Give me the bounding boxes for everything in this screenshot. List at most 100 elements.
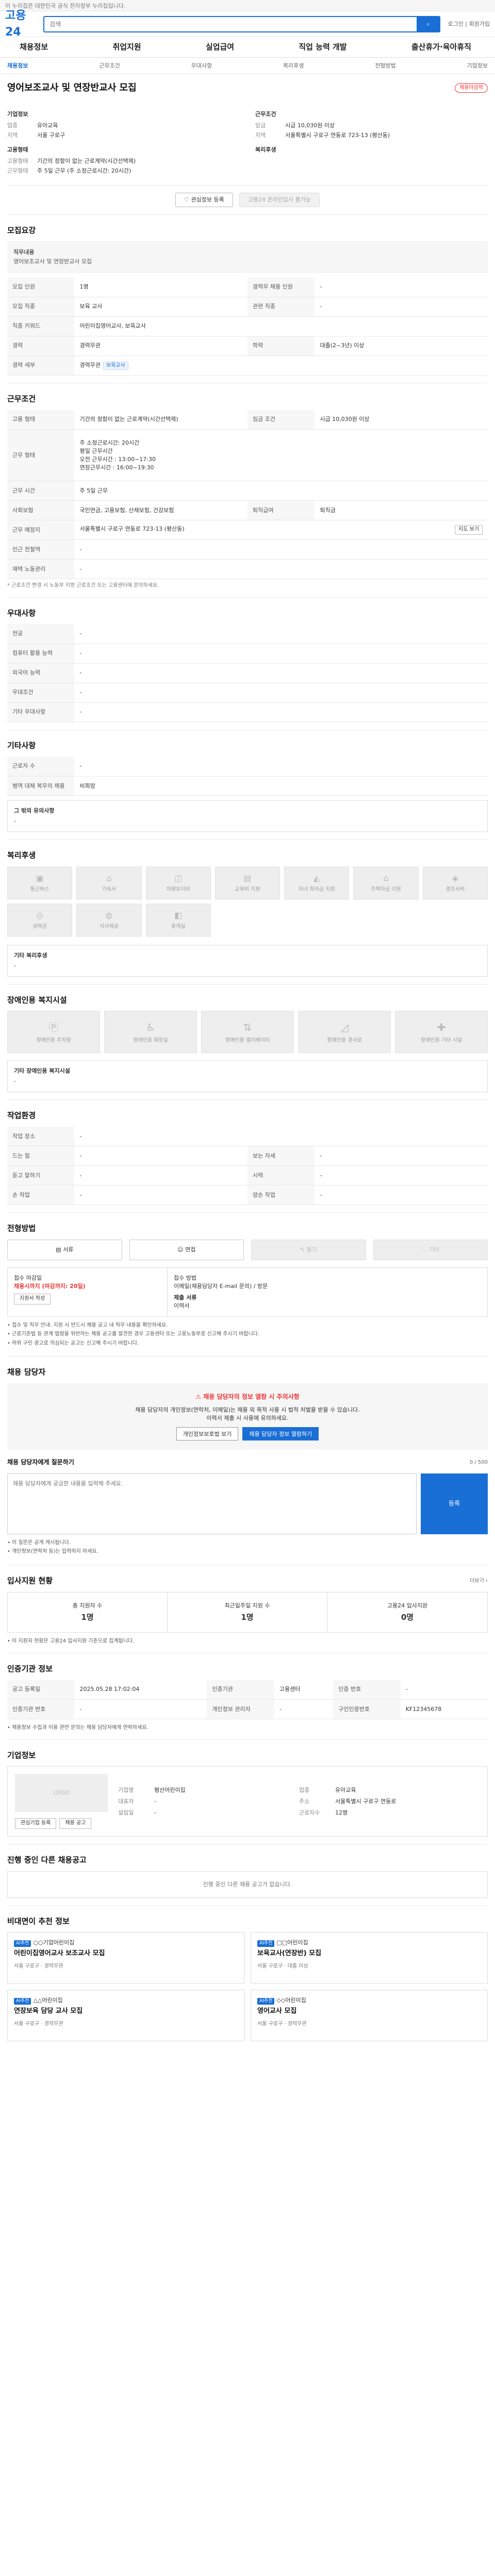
- summary-key: 근무형태: [7, 167, 28, 174]
- company-card: LOGO 관심기업 등록 채용 공고 기업명 평산어린이집 업종 유아교육 대표자 -…: [7, 1766, 488, 1837]
- disability-etc-box: 기타 장애인용 복지시설 -: [7, 1060, 488, 1093]
- welfare-label: 식사제공: [100, 923, 119, 929]
- gnb-item[interactable]: 취업지원: [112, 42, 141, 53]
- stats-more-link[interactable]: 더보기 ›: [470, 1578, 488, 1585]
- related-card[interactable]: AI추천 □□어린이집 보육교사(연장반) 모집 서울 구로구 · 대졸 이상: [251, 1932, 488, 1984]
- table-value: 서울특별시 구로구 연동로 723-13 (평산동) 지도 보기: [74, 520, 488, 540]
- table-value: 퇴직금: [315, 500, 488, 521]
- table-key: 외국어 능력: [7, 663, 75, 683]
- card-title: 어린이집영어교사 보조교사 모집: [14, 1950, 105, 1958]
- table-row: 모집 직종 보육 교사 관련 직종 -: [7, 297, 488, 317]
- table-value: 대졸(2~3년) 이상: [315, 336, 488, 356]
- ask-notes: • 이 질문은 공개 게시됩니다. • 개인정보(연락처 등)는 입력하지 마세…: [7, 1539, 488, 1556]
- table-row: 근무 형태 주 소정근로시간: 20시간 평일 근무시간 오전 근무시간 : 1…: [7, 429, 488, 482]
- header-links[interactable]: 로그인 | 회원가입: [448, 20, 490, 28]
- ask-title: 채용 담당자에게 질문하기: [7, 1459, 74, 1466]
- card-meta: 서울 구로구 · 경력무관: [14, 1963, 63, 1970]
- search-button[interactable]: ⌕: [417, 16, 440, 31]
- step-label: 면접: [185, 1246, 196, 1253]
- summary-value: 유아교육: [37, 122, 58, 129]
- view-contact-button[interactable]: 채용 담당자 정보 열람하기: [242, 1427, 319, 1441]
- follow-company-button[interactable]: 관심기업 등록: [15, 1818, 57, 1829]
- other-section: 기타사항 근로자 수- 병역 대체 복무의 채용 비희망 그 밖의 유의사항 -: [7, 730, 488, 840]
- gnb-item[interactable]: 출산휴가·육아휴직: [411, 42, 471, 53]
- section-title: 인증기관 정보: [7, 1664, 53, 1673]
- table-value: 어린이집영어교사, 보육교사: [74, 316, 488, 336]
- table-key: 공고 등록일: [7, 1680, 75, 1700]
- card-meta: 서울 구로구 · 경력무관: [257, 2021, 307, 2027]
- gnb-item[interactable]: 채용정보: [20, 42, 48, 53]
- company-jobs-button[interactable]: 채용 공고: [59, 1818, 92, 1829]
- table-row: 경력 세부 경력무관 보육교사: [7, 355, 488, 376]
- site-logo[interactable]: 고용24: [5, 8, 36, 41]
- search-input[interactable]: [44, 16, 417, 31]
- note-line: • 접수 및 직무 안내: 지원 시 반드시 채용 공고 내 직무 내용을 확인…: [7, 1322, 168, 1328]
- related-card[interactable]: AI추천 △△어린이집 연장보육 담당 교사 모집 서울 구로구 · 경력무관: [7, 1990, 244, 2042]
- gnb-item[interactable]: 직업 능력 개발: [299, 42, 346, 53]
- job-description: 직무내용 영어보조교사 및 연장반교사 모집: [7, 241, 488, 274]
- tab-selection[interactable]: 전형방법: [375, 62, 395, 70]
- table-value: -: [315, 1165, 488, 1186]
- method-label: 접수 방법: [174, 1275, 196, 1282]
- welfare-etc-box: 기타 복리후생 -: [7, 944, 488, 977]
- summary-key: 임금: [255, 122, 266, 129]
- submit-question-button[interactable]: 등록: [421, 1473, 488, 1534]
- info-key: 대표자: [118, 1798, 134, 1805]
- stat-label: 고용24 입사지원: [387, 1602, 428, 1609]
- welfare-label: 차량유지비: [166, 886, 190, 892]
- tab-company[interactable]: 기업정보: [467, 62, 487, 70]
- stats-section: 입사지원 현황 더보기 › 총 지원자 수 1명 최근일주일 지원 수 1명 고용24…: [7, 1565, 488, 1653]
- table-value: 시급 10,030원 이상: [315, 410, 488, 430]
- resume-button[interactable]: 지원서 작성: [14, 1294, 51, 1304]
- map-button[interactable]: 지도 보기: [455, 525, 483, 535]
- table-key: 인증기관: [207, 1680, 274, 1700]
- status-badge: 채용마감약: [455, 83, 488, 93]
- pill-badge: AI추천: [14, 1998, 31, 2005]
- disability-section: 장애인용 복지시설 Ⓟ 장애인용 주차장 ♿ 장애인용 화장실 ⇅ 장애인용 엘리베이…: [7, 985, 488, 1100]
- tab-recruit[interactable]: 채용정보: [7, 62, 28, 70]
- related-card[interactable]: AI추천 ○○기업어린이집 어린이집영어교사 보조교사 모집 서울 구로구 · 경력무…: [7, 1932, 244, 1984]
- recruit-table: 모집 인원 1명 경력무 채용 인원 - 모집 직종 보육 교사 관련 직종 - 직종 키워…: [7, 277, 488, 376]
- welfare-label: 상여금: [32, 923, 47, 929]
- disability-grid: Ⓟ 장애인용 주차장 ♿ 장애인용 화장실 ⇅ 장애인용 엘리베이터 ◿ 장애인용 경사…: [7, 1011, 488, 1054]
- contact-notice: ⚠ 채용 담당자의 정보 열람 시 주의사항 채용 담당자의 개인정보(연락처,…: [7, 1383, 488, 1450]
- card-company: ○○기업어린이집: [33, 1939, 75, 1946]
- step-written: ✎ 필기: [251, 1240, 366, 1261]
- privacy-law-button[interactable]: 개인정보보호법 보기: [176, 1427, 239, 1441]
- welfare-section: 복리후생 ▣ 통근버스 ⌂ 기숙사 ◫ 차량유지비 ▤ 교육비 지원 ◭ 자녀 학자금 지…: [7, 840, 488, 985]
- table-key: 양손 작업: [247, 1185, 315, 1206]
- location-text: 서울특별시 구로구 연동로 723-13 (평산동): [79, 526, 185, 533]
- table-value: 경력무관 보육교사: [74, 355, 488, 376]
- meal-icon: ◍: [105, 910, 113, 921]
- gnb-item[interactable]: 실업급여: [206, 42, 234, 53]
- table-key: 근무 예정지: [7, 520, 75, 540]
- welfare-item: ⌂ 주택자금 지원: [353, 866, 419, 900]
- disability-label: 장애인용 기타 시설: [421, 1037, 462, 1043]
- interview-icon: ☺: [177, 1246, 186, 1253]
- table-row: 근무 시간 주 5일 근무: [7, 481, 488, 501]
- tab-welfare[interactable]: 복리후생: [283, 62, 304, 70]
- tab-conditions[interactable]: 근무조건: [99, 62, 120, 70]
- welfare-item: ▤ 교육비 지원: [214, 866, 280, 900]
- interest-button[interactable]: ♡ 관심정보 등록: [175, 192, 233, 207]
- question-input[interactable]: [7, 1473, 417, 1534]
- action-bar: ♡ 관심정보 등록 고용24 온라인입사 불가능: [7, 185, 488, 215]
- ask-form: 등록: [7, 1473, 488, 1534]
- table-key: 임금 조건: [247, 410, 315, 430]
- disability-item: ✚ 장애인용 기타 시설: [395, 1011, 488, 1054]
- related-card[interactable]: AI추천 ◇◇어린이집 영어교사 모집 서울 구로구 · 경력무관: [251, 1990, 488, 2042]
- stat-online: 고용24 입사지원 0명: [327, 1592, 487, 1633]
- section-title: 장애인용 복지시설: [7, 995, 67, 1005]
- stat-value: 1명: [241, 1612, 254, 1622]
- table-value: -: [315, 297, 488, 317]
- table-row: 작업 장소 -: [7, 1126, 488, 1147]
- table-key: 근로자 수: [7, 756, 75, 777]
- welfare-item: ◎ 상여금: [7, 903, 73, 937]
- box-title: 기타 복리후생: [14, 952, 47, 959]
- online-apply-button[interactable]: 고용24 온라인입사 불가능: [239, 192, 320, 207]
- table-value: -: [74, 539, 488, 560]
- welfare-label: 교육비 지원: [235, 886, 260, 892]
- warning-icon: ⚠: [195, 1393, 204, 1401]
- table-row: 경력 경력무관 학력 대졸(2~3년) 이상: [7, 336, 488, 356]
- tab-preferences[interactable]: 우대사항: [191, 62, 212, 70]
